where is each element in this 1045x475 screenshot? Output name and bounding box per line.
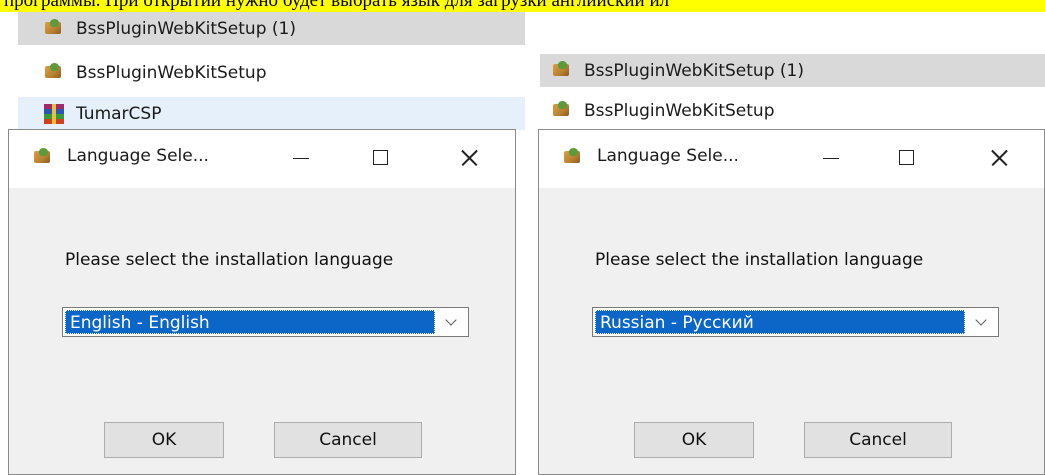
- ok-button[interactable]: OK: [104, 422, 224, 458]
- language-selection-dialog: Language Sele... Please select the insta…: [538, 129, 1045, 475]
- close-icon[interactable]: [449, 140, 489, 176]
- dialog-titlebar: Language Sele...: [539, 130, 1044, 188]
- cancel-button[interactable]: Cancel: [274, 422, 422, 458]
- minimize-icon[interactable]: [811, 140, 851, 176]
- file-item-tumarcsp[interactable]: TumarCSP: [18, 97, 525, 130]
- setup-icon: [552, 100, 572, 121]
- cancel-button[interactable]: Cancel: [804, 422, 952, 458]
- language-prompt: Please select the installation language: [595, 250, 924, 270]
- language-dropdown[interactable]: English - English: [62, 307, 469, 337]
- setup-icon: [44, 18, 64, 39]
- setup-icon: [563, 148, 583, 168]
- winrar-icon: [44, 103, 64, 124]
- file-name: BssPluginWebKitSetup: [76, 62, 267, 83]
- dialog-title: Language Sele...: [597, 146, 739, 166]
- file-item-setup[interactable]: BssPluginWebKitSetup: [18, 56, 525, 89]
- selected-language: English - English: [65, 310, 435, 334]
- dialog-title: Language Sele...: [67, 146, 209, 166]
- file-name: BssPluginWebKitSetup (1): [584, 60, 804, 81]
- file-name: BssPluginWebKitSetup (1): [76, 18, 296, 39]
- maximize-icon[interactable]: [361, 140, 401, 176]
- language-selection-dialog: Language Sele... Please select the insta…: [8, 129, 516, 475]
- chevron-down-icon[interactable]: [967, 309, 997, 335]
- file-name: TumarCSP: [76, 103, 162, 124]
- ok-button[interactable]: OK: [634, 422, 754, 458]
- setup-icon: [33, 148, 53, 168]
- file-item-setup-1[interactable]: BssPluginWebKitSetup (1): [18, 12, 525, 45]
- language-prompt: Please select the installation language: [65, 250, 394, 270]
- minimize-icon[interactable]: [281, 140, 321, 176]
- maximize-icon[interactable]: [887, 140, 927, 176]
- file-name: BssPluginWebKitSetup: [584, 100, 775, 121]
- banner-text: программы. При открытии нужно будет выбр…: [4, 0, 670, 11]
- close-icon[interactable]: [979, 140, 1019, 176]
- language-dropdown[interactable]: Russian - Русский: [592, 307, 999, 337]
- highlighted-text-banner: программы. При открытии нужно будет выбр…: [0, 0, 1045, 12]
- dialog-titlebar: Language Sele...: [9, 130, 515, 188]
- file-item-setup[interactable]: BssPluginWebKitSetup: [540, 94, 1045, 127]
- setup-icon: [552, 60, 572, 81]
- setup-icon: [44, 62, 64, 83]
- file-item-setup-1[interactable]: BssPluginWebKitSetup (1): [540, 54, 1045, 87]
- chevron-down-icon[interactable]: [437, 309, 467, 335]
- selected-language: Russian - Русский: [595, 310, 965, 334]
